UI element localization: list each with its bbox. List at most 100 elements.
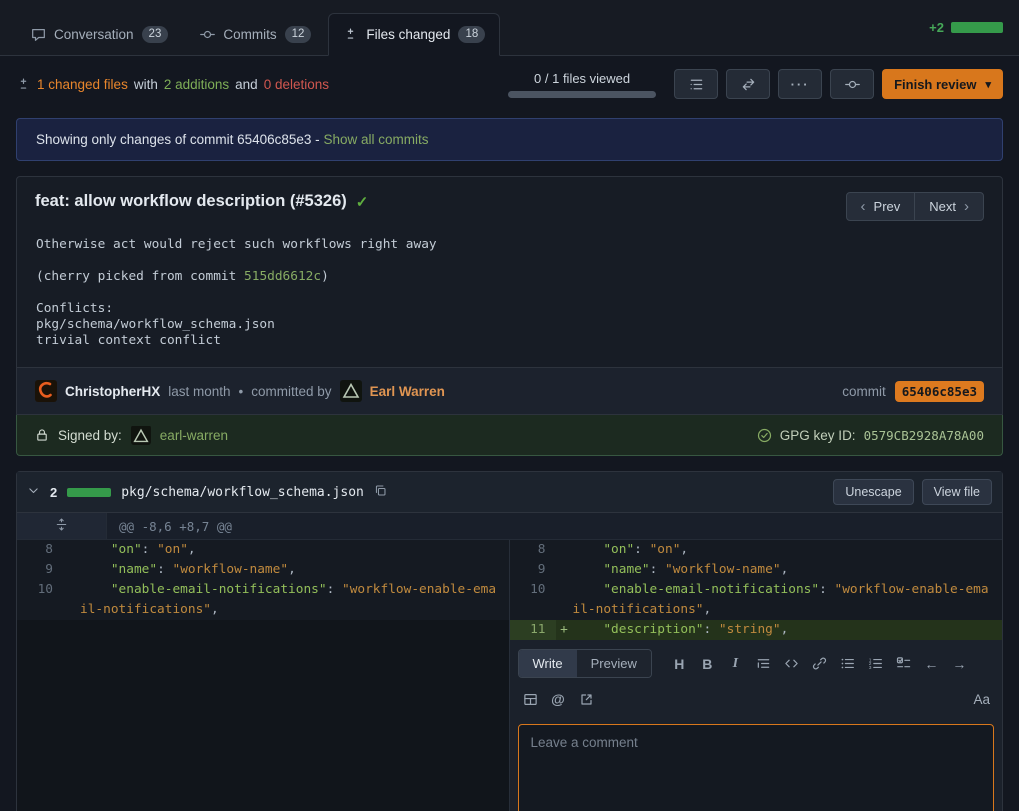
author-name[interactable]: ChristopherHX — [65, 384, 160, 399]
copy-path-button[interactable] — [374, 484, 387, 500]
comment-input[interactable] — [518, 724, 995, 811]
commit-body-line — [36, 285, 983, 301]
diff-row: 10 "enable-email-notifications": "workfl… — [17, 580, 1002, 620]
committed-by-label: committed by — [251, 384, 331, 399]
commit-body-line — [36, 253, 983, 269]
finish-review-label: Finish review — [894, 77, 976, 92]
code-line: "enable-email-notifications": "workflow-… — [573, 580, 1003, 620]
outdent-button[interactable]: ← — [919, 652, 944, 676]
commit-sha-badge[interactable]: 65406c85e3 — [895, 381, 984, 402]
gpg-info: GPG key ID: 0579CB2928A78A00 — [757, 428, 984, 443]
unescape-button[interactable]: Unescape — [833, 479, 913, 505]
banner-text: Showing only changes of commit 65406c85e… — [36, 132, 320, 147]
editor-toolbar-extra: @ — [518, 687, 599, 711]
prev-commit-button[interactable]: ‹ Prev — [846, 192, 916, 221]
commit-message-body: Otherwise act would reject such workflow… — [17, 231, 1002, 367]
quote-button[interactable] — [751, 652, 776, 676]
diff-empty-filler — [17, 640, 510, 811]
bold-button[interactable]: B — [695, 652, 720, 676]
preview-tab[interactable]: Preview — [577, 650, 651, 677]
committer-name[interactable]: Earl Warren — [370, 384, 445, 399]
commit-button[interactable] — [830, 69, 874, 99]
signed-check-icon: ✓ — [356, 193, 369, 211]
tab-conversation[interactable]: Conversation 23 — [16, 13, 183, 55]
list-ordered-button[interactable]: 123 — [863, 652, 888, 676]
next-commit-button[interactable]: Next › — [914, 192, 984, 221]
chevron-left-icon: ‹ — [861, 199, 866, 214]
line-number[interactable]: 11 — [510, 620, 556, 640]
diff-empty-cell — [17, 620, 510, 640]
diff-option-buttons: ··· — [674, 69, 874, 99]
code-icon — [784, 656, 799, 671]
diffstat-bar — [951, 22, 1003, 33]
signature-bar: Signed by: earl-warren GPG key ID: 0579C… — [16, 415, 1003, 456]
committer-avatar[interactable] — [340, 380, 362, 402]
author-avatar[interactable] — [35, 380, 57, 402]
code-line: "on": "on", — [80, 540, 509, 560]
tab-commits[interactable]: Commits 12 — [185, 13, 326, 55]
task-list-button[interactable] — [891, 652, 916, 676]
italic-icon: I — [733, 656, 738, 672]
table-button[interactable] — [518, 687, 543, 711]
code-line: "name": "workflow-name", — [573, 560, 1003, 580]
editor-header: Write Preview HBI 123 ← → — [518, 649, 995, 678]
list-unordered-button[interactable] — [835, 652, 860, 676]
tab-files-changed[interactable]: Files changed 18 — [328, 13, 500, 56]
commit-title-text: feat: allow workflow description (#5326) — [35, 192, 347, 211]
diff-marker — [63, 560, 80, 580]
editor-toolbar-secondary-row: @ Aa — [518, 687, 995, 711]
write-tab[interactable]: Write — [519, 650, 577, 677]
mention-button[interactable]: @ — [546, 687, 571, 711]
commit-body-text: (cherry picked from commit — [36, 269, 244, 284]
heading-icon: H — [674, 656, 684, 672]
italic-button[interactable]: I — [723, 652, 748, 676]
finish-review-button[interactable]: Finish review ▾ — [882, 69, 1003, 99]
commit-detail-box: feat: allow workflow description (#5326)… — [16, 176, 1003, 415]
link-icon — [812, 656, 827, 671]
file-tree-button[interactable] — [674, 69, 718, 99]
diff-icon — [343, 27, 358, 42]
view-file-button[interactable]: View file — [922, 479, 992, 505]
reference-icon — [579, 692, 594, 707]
signer-avatar[interactable] — [131, 425, 151, 445]
changed-files-link[interactable]: 1 changed files — [37, 77, 128, 92]
reference-button[interactable] — [574, 687, 599, 711]
heading-button[interactable]: H — [667, 652, 692, 676]
signer-name[interactable]: earl-warren — [160, 428, 228, 443]
swap-icon — [741, 77, 756, 92]
link-button[interactable] — [807, 652, 832, 676]
show-all-commits-link[interactable]: Show all commits — [323, 132, 428, 147]
prev-label: Prev — [874, 199, 901, 214]
swap-button[interactable] — [726, 69, 770, 99]
line-number[interactable]: 9 — [510, 560, 556, 580]
expand-hunk-button[interactable] — [17, 513, 107, 539]
line-number[interactable]: 9 — [17, 560, 63, 580]
code-button[interactable] — [779, 652, 804, 676]
collapse-file-button[interactable] — [27, 484, 40, 500]
outdent-icon: ← — [924, 656, 938, 672]
mention-icon: @ — [551, 691, 565, 707]
tab-count-badge: 12 — [285, 26, 312, 43]
diff-marker — [556, 580, 573, 620]
indent-button[interactable]: → — [947, 652, 972, 676]
tab-count-badge: 23 — [142, 26, 169, 43]
next-label: Next — [929, 199, 956, 214]
diff-marker — [63, 580, 80, 620]
commit-body-text: Otherwise act would reject such workflow… — [36, 237, 437, 252]
line-number[interactable]: 10 — [17, 580, 63, 620]
tab-label: Commits — [223, 27, 276, 42]
caret-down-icon: ▾ — [985, 78, 991, 91]
font-toggle-button[interactable]: Aa — [973, 692, 994, 707]
gpg-key-id: 0579CB2928A78A00 — [864, 428, 984, 443]
line-number[interactable]: 10 — [510, 580, 556, 620]
diff-actions: 0 / 1 files viewed ··· Finish review ▾ — [508, 69, 1003, 99]
files-viewed: 0 / 1 files viewed — [508, 71, 656, 98]
kebab-button[interactable]: ··· — [778, 69, 822, 99]
indent-icon: → — [952, 656, 966, 672]
line-number[interactable]: 8 — [510, 540, 556, 560]
inline-comment-editor: Write Preview HBI 123 ← → @ Aa — [510, 640, 1003, 811]
line-number[interactable]: 8 — [17, 540, 63, 560]
commit-hash-link[interactable]: 515dd6612c — [244, 269, 321, 284]
code-line: "enable-email-notifications": "workflow-… — [80, 580, 509, 620]
additions-count: 2 additions — [164, 77, 229, 92]
